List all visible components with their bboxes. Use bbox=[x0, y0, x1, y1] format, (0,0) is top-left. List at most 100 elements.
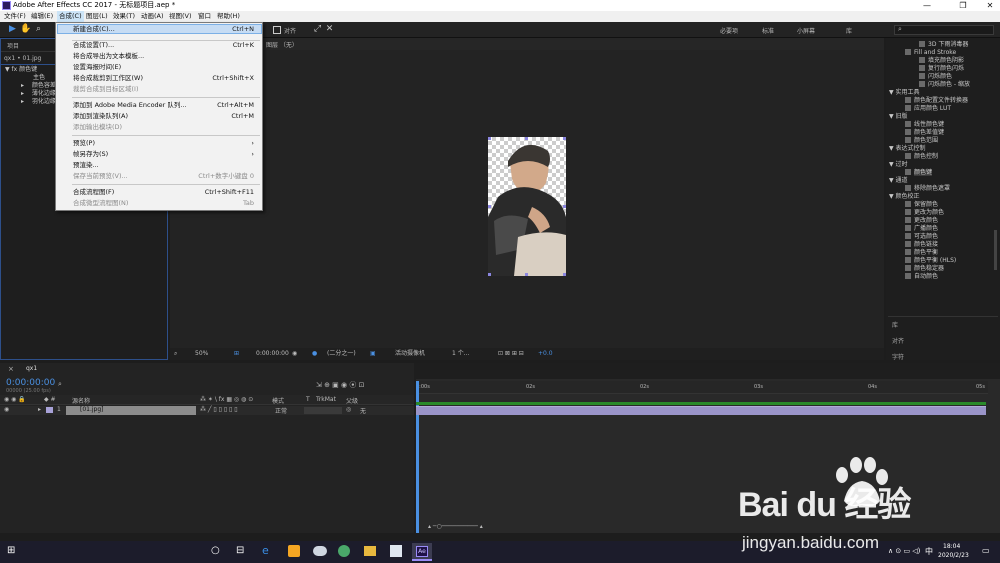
menu-item-mini-flowchart[interactable]: 合成微型流程图(N) bbox=[73, 199, 128, 208]
after-effects-taskbar-button[interactable]: Ae bbox=[412, 543, 432, 561]
col-trkmat[interactable]: TrkMat bbox=[316, 396, 336, 403]
effect-item[interactable]: 填充颜色阴影 bbox=[889, 57, 970, 65]
effect-category[interactable]: ▼ 旧版 bbox=[889, 113, 970, 121]
effect-item[interactable]: 可选颜色 bbox=[889, 233, 970, 241]
transform-handle[interactable] bbox=[525, 137, 528, 140]
menu-item-composition-settings[interactable]: 合成设置(T)... bbox=[73, 41, 114, 50]
transform-handle[interactable] bbox=[563, 205, 566, 208]
align-checkbox[interactable] bbox=[273, 26, 281, 34]
color-channel-icon[interactable]: ● bbox=[312, 348, 317, 360]
timecode-display[interactable]: 0:00:00:00 bbox=[256, 348, 289, 360]
menu-item-add-to-media-encoder[interactable]: 添加到 Adobe Media Encoder 队列... bbox=[73, 101, 187, 110]
effect-item[interactable]: 颜色平衡 bbox=[889, 249, 970, 257]
magnifier-icon[interactable]: ⌕ bbox=[174, 348, 177, 360]
cloud-app-icon[interactable] bbox=[313, 546, 327, 556]
effect-item[interactable]: 复行颜色闪烁 bbox=[889, 65, 970, 73]
menu-item-save-current-preview[interactable]: 保存当前预览(V)... bbox=[73, 172, 128, 181]
col-parent[interactable]: 父级 bbox=[346, 396, 358, 405]
effect-item[interactable]: 颜色控制 bbox=[889, 153, 970, 161]
transform-handle[interactable] bbox=[488, 205, 491, 208]
comp-tab[interactable]: qx1 bbox=[26, 365, 37, 372]
effect-item[interactable]: 保留颜色 bbox=[889, 201, 970, 209]
effect-item[interactable]: 线性颜色键 bbox=[889, 121, 970, 129]
menu-window[interactable]: 窗口 bbox=[198, 11, 211, 22]
grid-icon[interactable]: ⊞ bbox=[234, 348, 239, 360]
label-color-swatch[interactable] bbox=[46, 407, 53, 413]
workspace-standard[interactable]: 标准 bbox=[762, 26, 774, 35]
transform-handle[interactable] bbox=[525, 273, 528, 276]
libraries-tab[interactable]: 库 bbox=[892, 320, 898, 329]
transform-handle[interactable] bbox=[488, 273, 491, 276]
prop-color-tolerance[interactable]: ▸ 颜色容差 bbox=[5, 82, 56, 90]
effect-category[interactable]: ▼ 实用工具 bbox=[889, 89, 970, 97]
menu-file[interactable]: 文件(F) bbox=[4, 11, 26, 22]
scrollbar[interactable] bbox=[994, 230, 997, 270]
effect-item[interactable]: 闪烁颜色 - 缩放 bbox=[889, 81, 970, 89]
menu-item-save-frame-as[interactable]: 帧另存为(S) bbox=[73, 150, 108, 159]
transform-handle[interactable] bbox=[563, 137, 566, 140]
browser-icon[interactable] bbox=[338, 545, 350, 557]
render-tools-icon[interactable]: ⊡ ⊠ ⊞ ⊟ bbox=[498, 348, 524, 360]
prop-main-color[interactable]: 主色 bbox=[5, 74, 56, 82]
menu-item-add-output-module[interactable]: 添加输出模块(D) bbox=[73, 123, 122, 132]
effect-color-key[interactable]: ▼ fx 颜色键 bbox=[5, 66, 56, 74]
region-of-interest-icon[interactable]: ▣ bbox=[370, 348, 376, 360]
snap-icon[interactable]: ⤢ bbox=[312, 24, 323, 35]
menu-item-preview[interactable]: 预览(P) bbox=[73, 139, 95, 148]
effect-item[interactable]: Fill and Stroke bbox=[889, 49, 970, 57]
notepad-icon[interactable] bbox=[390, 545, 402, 557]
layer-name-field[interactable]: [01.jpg] bbox=[66, 406, 196, 415]
time-ruler[interactable]: 0:00s 02s 02s 03s 04s 05s bbox=[416, 381, 988, 394]
selection-tool-icon[interactable]: ▶ bbox=[7, 24, 18, 35]
col-source-name[interactable]: 源名称 bbox=[72, 396, 90, 405]
effect-item[interactable]: 应用颜色 LUT bbox=[889, 105, 970, 113]
timeline-tools-icon[interactable]: ⇲ ⊕ ▣ ◉ ⦿ ⊡ bbox=[316, 380, 364, 390]
menu-item-trim-to-work-area[interactable]: 将合成裁剪到工作区(W) bbox=[73, 74, 143, 83]
workspace-libraries[interactable]: 库 bbox=[846, 26, 852, 35]
layer-switches[interactable]: ⁂ ╱ ▯ ▯ ▯ ▯ ▯ bbox=[200, 406, 238, 413]
effect-item[interactable]: 更改颜色 bbox=[889, 217, 970, 225]
effect-category[interactable]: ▼ 过时 bbox=[889, 161, 970, 169]
menu-view[interactable]: 视图(V) bbox=[169, 11, 192, 22]
eye-icon[interactable]: ◉ bbox=[4, 406, 9, 413]
menu-effect[interactable]: 效果(T) bbox=[113, 11, 135, 22]
help-search-input[interactable]: ⌕ bbox=[894, 25, 994, 35]
menu-item-crop-to-region[interactable]: 裁剪合成到目标区域(I) bbox=[73, 85, 139, 94]
menu-item-add-to-render-queue[interactable]: 添加到渲染队列(A) bbox=[73, 112, 128, 121]
workspace-small-screen[interactable]: 小屏幕 bbox=[797, 26, 815, 35]
cortana-icon[interactable]: ○ bbox=[211, 545, 220, 556]
parent-pickwhip-icon[interactable]: ◎ bbox=[346, 406, 351, 413]
snapshot-icon[interactable]: ◉ bbox=[292, 348, 297, 360]
parent-select[interactable]: 无 bbox=[360, 406, 366, 415]
expand-icon[interactable]: ✕ bbox=[324, 24, 335, 35]
minimize-button[interactable]: — bbox=[912, 0, 942, 11]
effect-category[interactable]: ▼ 通道 bbox=[889, 177, 970, 185]
maximize-button[interactable]: ❐ bbox=[948, 0, 978, 11]
menu-layer[interactable]: 图层(L) bbox=[86, 11, 108, 22]
views-select[interactable]: 1 个... bbox=[452, 348, 469, 360]
camera-select[interactable]: 活动摄像机 bbox=[395, 348, 425, 360]
align-tab[interactable]: 对齐 bbox=[892, 336, 904, 345]
effect-category[interactable]: ▼ 表达式控制 bbox=[889, 145, 970, 153]
effect-item[interactable]: 颜色配置文件转换器 bbox=[889, 97, 970, 105]
work-area-bar[interactable] bbox=[416, 402, 986, 405]
menu-item-export-text-template[interactable]: 将合成导出为文本模板... bbox=[73, 52, 144, 61]
zoom-slider[interactable]: ▴ ─○────────── ▴ bbox=[428, 523, 483, 530]
expand-arrow-icon[interactable]: ▸ bbox=[38, 406, 41, 413]
search-icon[interactable]: ⌕ bbox=[58, 380, 62, 389]
close-icon[interactable]: × bbox=[8, 365, 14, 373]
menu-item-composition-flowchart[interactable]: 合成流程图(F) bbox=[73, 188, 114, 197]
menu-animation[interactable]: 动画(A) bbox=[141, 11, 164, 22]
effect-item[interactable]: 颜色平衡 (HLS) bbox=[889, 257, 970, 265]
prop-feather-edge[interactable]: ▸ 羽化边缘 bbox=[5, 98, 56, 106]
effect-item[interactable]: 更改为颜色 bbox=[889, 209, 970, 217]
effect-item[interactable]: 3D 下雨消毒器 bbox=[889, 41, 970, 49]
zoom-select[interactable]: 50% bbox=[195, 348, 208, 360]
menu-item-pre-render[interactable]: 预渲染... bbox=[73, 161, 99, 170]
effect-item[interactable]: 颜色链接 bbox=[889, 241, 970, 249]
menu-item-set-poster-time[interactable]: 设置海报时间(E) bbox=[73, 63, 121, 72]
table-row[interactable]: ◉ ▸ 1 [01.jpg] ⁂ ╱ ▯ ▯ ▯ ▯ ▯ 正常 ◎ 无 bbox=[0, 406, 414, 415]
exposure-value[interactable]: +0.0 bbox=[538, 348, 553, 360]
prop-thin-edge[interactable]: ▸ 薄化边缘 bbox=[5, 90, 56, 98]
transform-handle[interactable] bbox=[563, 273, 566, 276]
